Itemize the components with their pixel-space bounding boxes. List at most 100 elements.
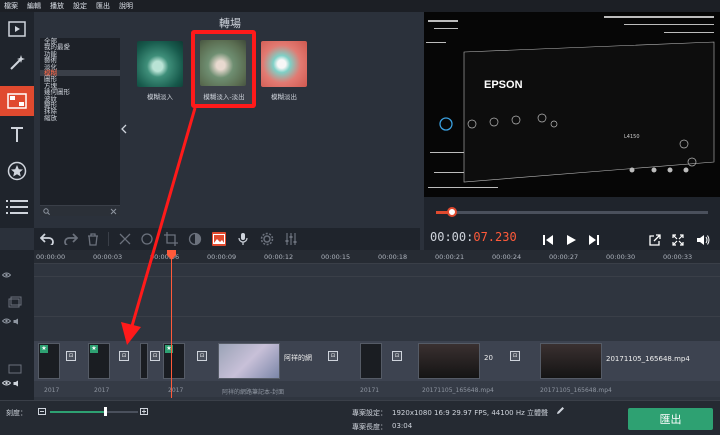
zoom-in-icon[interactable]: [140, 408, 148, 415]
zoom-label: 刻度：: [6, 409, 27, 417]
clip-name-label: 20: [484, 354, 493, 362]
filters-wand-icon: [10, 55, 25, 70]
more-button[interactable]: [0, 192, 34, 222]
transition-label-blur-in: 模糊淡入: [147, 93, 173, 101]
trash-icon: [88, 232, 98, 246]
snapshot-button[interactable]: [649, 231, 661, 250]
scissors-icon: [119, 233, 131, 245]
edit-pencil-icon[interactable]: [556, 406, 565, 415]
rotate-button[interactable]: [140, 232, 154, 246]
more-list-icon: [6, 200, 28, 214]
audio-clip-label: 20171: [360, 387, 380, 394]
preview-frame-image: EPSON L4150: [424, 12, 720, 197]
redo-button[interactable]: [64, 232, 78, 246]
titles-button[interactable]: [0, 120, 34, 150]
track-mute-icon[interactable]: [13, 318, 21, 325]
transitions-button[interactable]: [0, 86, 34, 116]
transition-thumb-blur-out[interactable]: [261, 41, 307, 87]
filters-button[interactable]: [0, 48, 34, 78]
preview-seek-track[interactable]: [436, 211, 708, 214]
video-clip[interactable]: ★: [88, 343, 110, 379]
menu-export[interactable]: 匯出: [96, 1, 110, 11]
delete-button[interactable]: [86, 232, 100, 246]
media-import-icon: [8, 21, 26, 37]
transition-marker-icon[interactable]: ⊡: [197, 351, 207, 361]
stickers-button[interactable]: [0, 156, 34, 186]
menu-edit[interactable]: 編輯: [27, 1, 41, 11]
previous-button[interactable]: [542, 231, 554, 250]
audio-track[interactable]: 2017 2017 2017 阿祥的網路筆記本-封面 20171 2017110…: [34, 381, 720, 397]
collapse-panel-chevron-icon[interactable]: [121, 124, 127, 134]
play-button[interactable]: [565, 231, 577, 250]
transition-marker-icon[interactable]: ⊡: [66, 351, 76, 361]
ruler-tick: 00:00:18: [378, 253, 408, 261]
status-bar: 刻度： 專案設定： 1920x1080 16:9 29.97 FPS, 4410…: [0, 400, 720, 435]
fullscreen-button[interactable]: [672, 231, 684, 250]
gear-icon: [260, 232, 274, 246]
category-search-field[interactable]: [40, 205, 120, 216]
transition-thumb-blur-in-out[interactable]: [200, 40, 246, 86]
track-visibility-eye-icon[interactable]: [2, 318, 11, 324]
video-clip-printer[interactable]: [540, 343, 602, 379]
video-preview[interactable]: EPSON L4150: [424, 12, 720, 197]
search-icon: [43, 208, 50, 215]
transition-thumb-blur-in[interactable]: [137, 41, 183, 87]
ruler-tick: 00:00:12: [264, 253, 294, 261]
track-visibility-eye-icon[interactable]: [2, 272, 11, 278]
crop-icon: [164, 232, 178, 246]
menu-play[interactable]: 播放: [50, 1, 64, 11]
video-clip[interactable]: [360, 343, 382, 379]
media-import-button[interactable]: [0, 14, 34, 44]
audio-clip-label: 20171105_165648.mp4: [540, 387, 612, 394]
timeline-ruler[interactable]: 00:00:00 00:00:03 00:00:06 00:00:09 00:0…: [34, 250, 720, 264]
transition-marker-icon[interactable]: ⊡: [392, 351, 402, 361]
transition-properties-button[interactable]: [212, 232, 226, 246]
track-mute-icon[interactable]: [13, 380, 21, 387]
transition-marker-icon[interactable]: ⊡: [119, 351, 129, 361]
cut-button[interactable]: [118, 232, 132, 246]
external-open-icon: [649, 234, 661, 246]
undo-button[interactable]: [40, 232, 54, 246]
video-clip-printer[interactable]: [418, 343, 480, 379]
project-length-value: 03:04: [392, 422, 413, 430]
video-clip[interactable]: ★: [38, 343, 60, 379]
contrast-icon: [188, 232, 202, 246]
transition-label-blur-in-out: 模糊淡入-淡出: [203, 93, 245, 101]
playhead-handle-icon[interactable]: [166, 250, 177, 260]
menu-file[interactable]: 檔案: [4, 1, 18, 11]
transition-category-list: 全部 我的最愛 功能 藝術 淡化 模糊 圖形 方塊 幾何圖形 波紋 變形 抹除 …: [40, 38, 120, 216]
menu-help[interactable]: 說明: [119, 1, 133, 11]
transition-marker-icon[interactable]: ⊡: [150, 351, 160, 361]
color-adjust-button[interactable]: [188, 232, 202, 246]
clip-title-label: 阿祥的網: [282, 343, 318, 379]
video-clip-cover[interactable]: [218, 343, 280, 379]
redo-icon: [64, 233, 78, 245]
clear-search-icon[interactable]: [110, 208, 117, 215]
ruler-tick: 00:00:21: [435, 253, 465, 261]
audio-clip-label: 20171105_165648.mp4: [422, 387, 494, 394]
menu-settings[interactable]: 設定: [73, 1, 87, 11]
next-button[interactable]: [588, 231, 600, 250]
export-button[interactable]: 匯出: [628, 408, 713, 430]
transition-marker-icon[interactable]: ⊡: [510, 351, 520, 361]
record-voice-button[interactable]: [236, 232, 250, 246]
transition-marker-icon[interactable]: ⊡: [328, 351, 338, 361]
video-clip[interactable]: [140, 343, 148, 379]
clip-effect-star-icon: ★: [90, 345, 98, 353]
zoom-slider-handle[interactable]: [103, 407, 107, 416]
clip-settings-button[interactable]: [260, 232, 274, 246]
equalizer-button[interactable]: [284, 232, 298, 246]
video-clip[interactable]: ★: [163, 343, 185, 379]
ruler-tick: 00:00:09: [207, 253, 237, 261]
volume-button[interactable]: [696, 231, 710, 250]
timeline-playhead[interactable]: [171, 252, 172, 398]
crop-button[interactable]: [164, 232, 178, 246]
preview-seek-knob[interactable]: [447, 207, 458, 217]
category-item-zoom[interactable]: 縮放: [40, 114, 120, 121]
track-visibility-eye-icon[interactable]: [2, 380, 11, 386]
project-settings-label: 專案設定：: [352, 409, 387, 417]
zoom-slider-fill: [50, 411, 105, 413]
transitions-icon: [7, 93, 27, 109]
menu-bar: 檔案 編輯 播放 設定 匯出 說明: [0, 0, 720, 12]
zoom-out-icon[interactable]: [38, 408, 46, 415]
